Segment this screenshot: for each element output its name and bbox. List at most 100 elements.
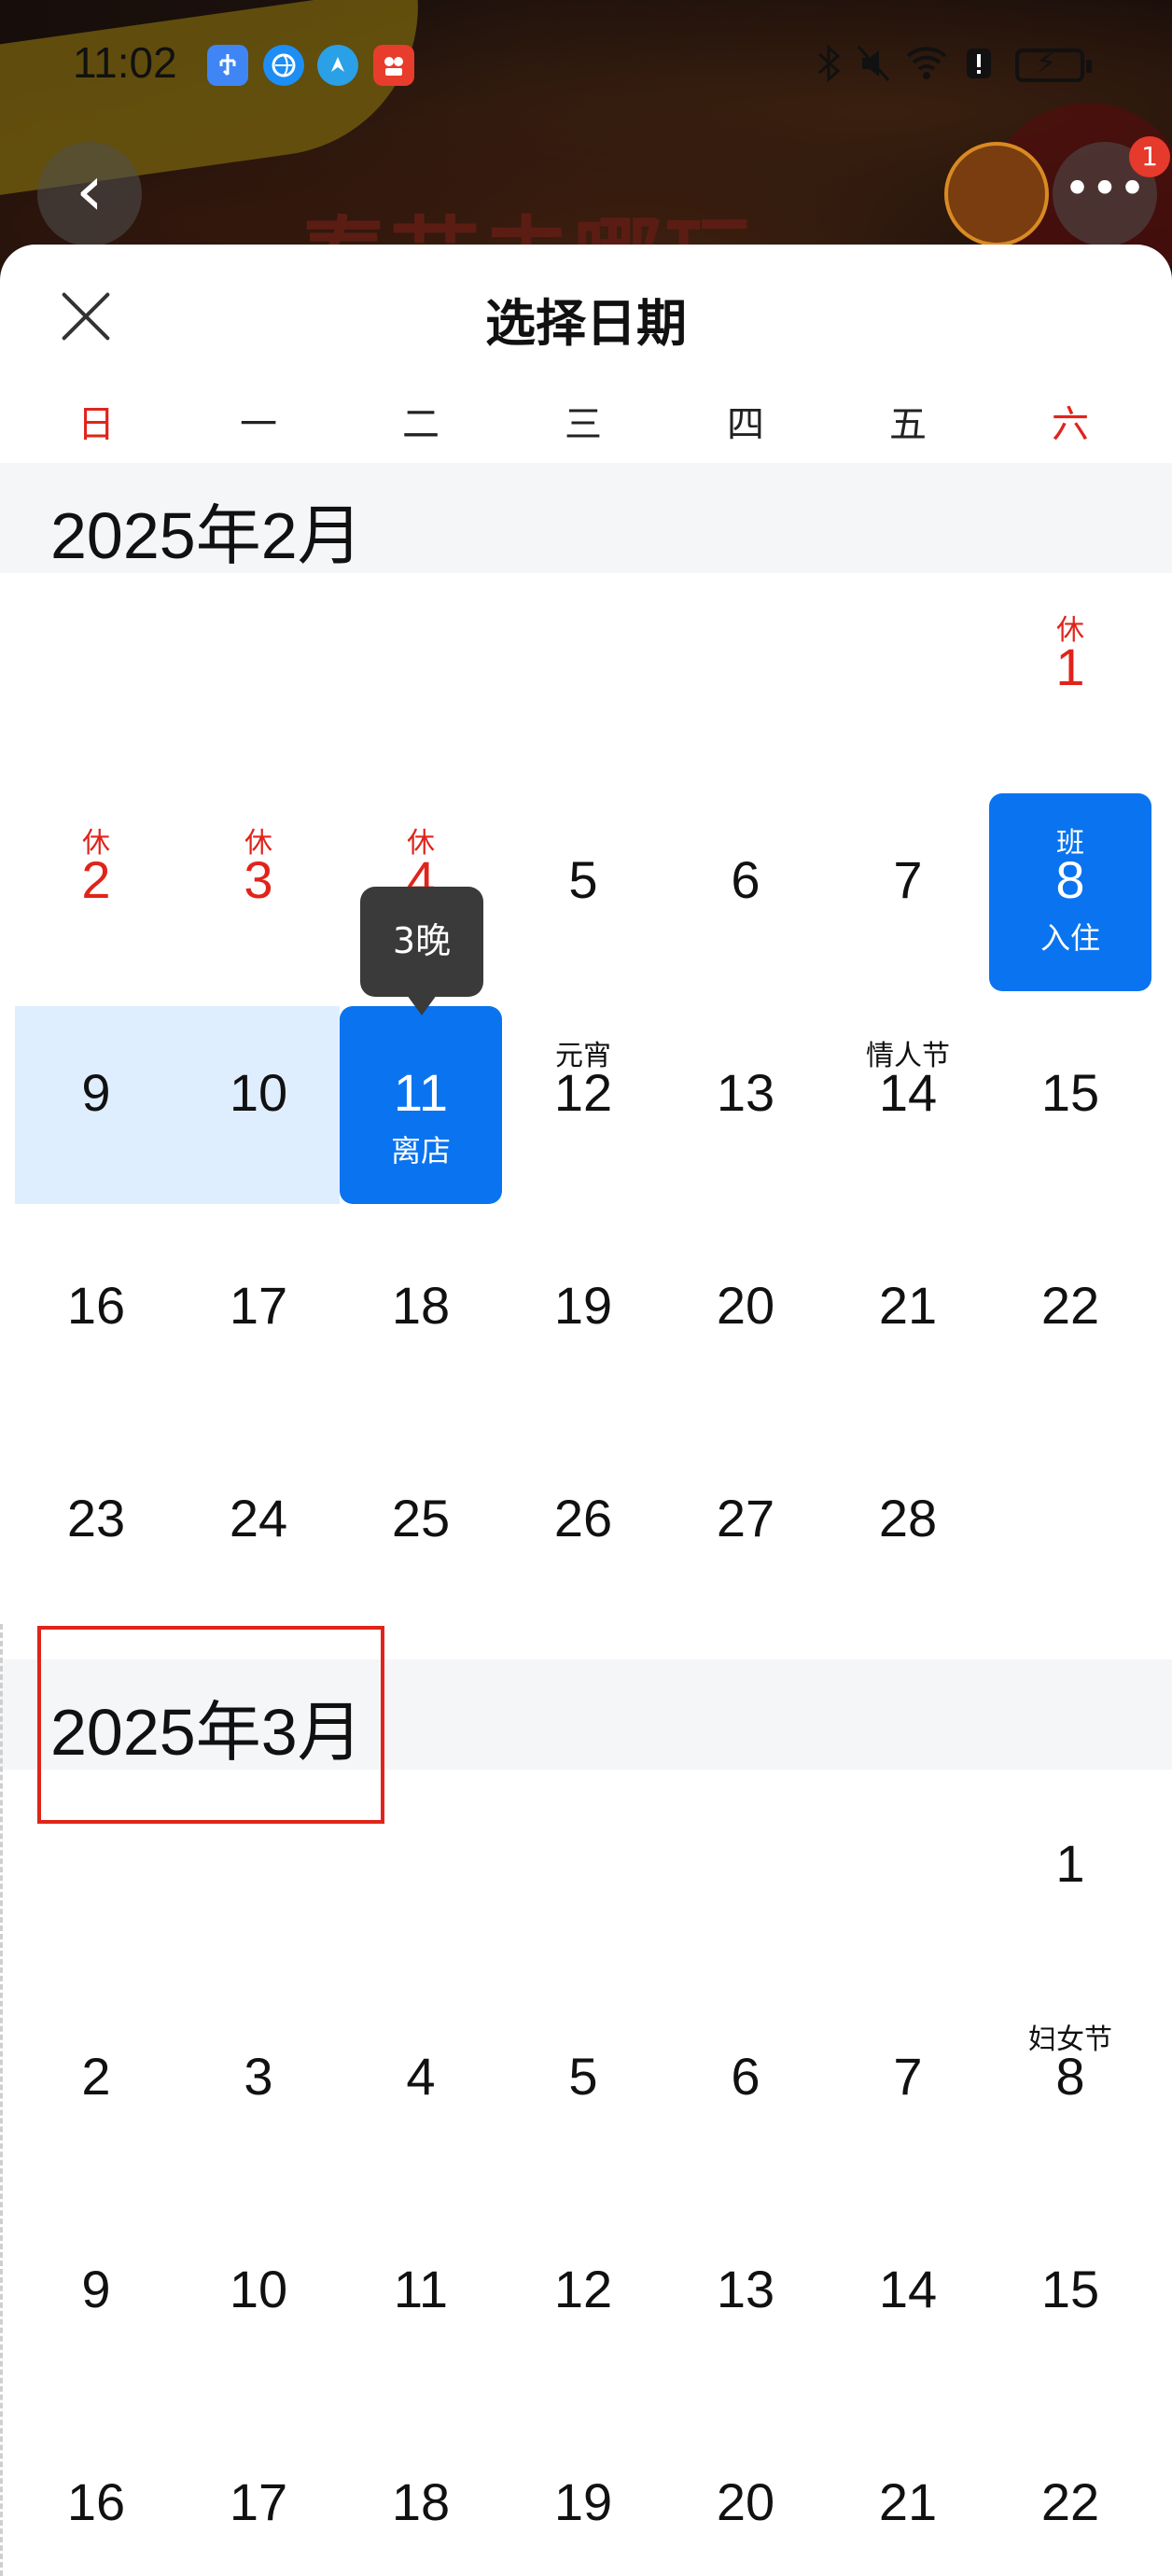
calendar-day[interactable]: 妇女节 8 [989, 1990, 1151, 2188]
avatar[interactable] [944, 142, 1049, 246]
month-title: 2025年2月 [50, 499, 363, 572]
day-number: 11 [393, 2260, 449, 2318]
day-number: 15 [1040, 2260, 1100, 2318]
calendar-day[interactable]: 情人节 14 [827, 1006, 989, 1204]
notification-badge: 1 [1129, 136, 1170, 177]
usb-icon [207, 45, 248, 86]
calendar-day[interactable]: 12 [502, 2203, 664, 2401]
day-number: 12 [553, 2260, 613, 2318]
day-number: 8 [1055, 850, 1085, 909]
back-button[interactable]: ‹ [37, 142, 142, 246]
calendar-day[interactable]: 7 [827, 1990, 989, 2188]
calendar-day[interactable]: 7 [827, 793, 989, 991]
calendar-day[interactable]: 22 [989, 1219, 1151, 1417]
browser-icon [263, 45, 304, 86]
calendar-day[interactable]: 5 [502, 1990, 664, 2188]
scroll-edge-guide [0, 1624, 3, 2576]
calendar-day[interactable]: 9 [15, 1006, 177, 1204]
day-number: 25 [391, 1489, 451, 1547]
calendar-day[interactable]: 19 [502, 1219, 664, 1417]
day-number: 19 [553, 2472, 613, 2531]
status-bar: 11:02 ⚡ [0, 0, 1172, 131]
calendar-day[interactable]: 休1 [989, 581, 1151, 778]
day-number: 19 [553, 1276, 613, 1335]
calendar-day[interactable]: 休3 [177, 793, 340, 991]
calendar-day[interactable]: 18 [340, 2415, 502, 2576]
day-number: 13 [716, 2260, 775, 2318]
page-title: 选择日期 [485, 294, 687, 353]
weekday-header: 日一二三四五六 [0, 394, 1172, 469]
battery-charging-icon: ⚡ [1015, 45, 1092, 82]
calendar-day[interactable]: 17 [177, 1219, 340, 1417]
calendar-day[interactable]: 11 [340, 2203, 502, 2401]
weekday-label: 一 [240, 403, 277, 446]
day-number: 18 [391, 1276, 451, 1335]
status-time: 11:02 [73, 38, 177, 87]
calendar-day[interactable]: 6 [664, 793, 827, 991]
day-caption: 入住 [1039, 920, 1100, 956]
calendar-day[interactable]: 13 [664, 2203, 827, 2401]
day-number: 12 [553, 1063, 613, 1122]
calendar-day[interactable]: 16 [15, 2415, 177, 2576]
calendar-day[interactable]: 3 [177, 1990, 340, 2188]
calendar-day[interactable]: 22 [989, 2415, 1151, 2576]
calendar-day[interactable]: 24 [177, 1432, 340, 1630]
day-number: 1 [1055, 1834, 1085, 1893]
weekday-label: 三 [565, 403, 602, 446]
day-number: 5 [568, 850, 598, 909]
calendar-day[interactable]: 21 [827, 1219, 989, 1417]
calendar-day[interactable]: 2 [15, 1990, 177, 2188]
day-number: 14 [878, 2260, 938, 2318]
day-number: 24 [229, 1489, 288, 1547]
calendar-day[interactable]: 10 [177, 1006, 340, 1204]
calendar-day[interactable]: 26 [502, 1432, 664, 1630]
calendar-day[interactable]: 27 [664, 1432, 827, 1630]
calendar-day[interactable]: 10 [177, 2203, 340, 2401]
day-number: 26 [553, 1489, 613, 1547]
calendar-day-selected[interactable]: 班 8 入住 [989, 793, 1151, 991]
calendar-day[interactable]: 元宵 12 [502, 1006, 664, 1204]
kuaishou-icon [373, 45, 414, 86]
day-number: 2 [81, 2047, 111, 2106]
weekday-label: 六 [1052, 403, 1089, 446]
calendar-day[interactable]: 1 [989, 1777, 1151, 1975]
day-number: 28 [878, 1489, 938, 1547]
calendar-day[interactable]: 28 [827, 1432, 989, 1630]
day-number: 22 [1040, 1276, 1100, 1335]
calendar-day[interactable]: 休2 [15, 793, 177, 991]
weekday-label: 二 [402, 403, 440, 446]
calendar-day[interactable]: 17 [177, 2415, 340, 2576]
calendar-day[interactable]: 9 [15, 2203, 177, 2401]
weekday-label: 五 [889, 403, 927, 446]
day-number: 4 [406, 2047, 436, 2106]
calendar-day[interactable]: 23 [15, 1432, 177, 1630]
wifi-icon [905, 43, 948, 93]
calendar-day[interactable]: 15 [989, 2203, 1151, 2401]
day-number: 2 [81, 850, 111, 909]
day-number: 10 [229, 1063, 288, 1122]
day-number: 6 [731, 850, 760, 909]
calendar-day[interactable]: 18 [340, 1219, 502, 1417]
calendar-day[interactable]: 13 [664, 1006, 827, 1204]
day-number: 18 [391, 2472, 451, 2531]
calendar-day[interactable]: 15 [989, 1006, 1151, 1204]
day-number: 8 [1055, 2047, 1085, 2106]
day-number: 7 [893, 2047, 923, 2106]
day-number: 10 [229, 2260, 288, 2318]
calendar-day-selected[interactable]: 11 离店 [340, 1006, 502, 1204]
calendar-day[interactable]: 20 [664, 1219, 827, 1417]
day-number: 7 [893, 850, 923, 909]
calendar-day[interactable]: 20 [664, 2415, 827, 2576]
alert-icon [965, 43, 993, 93]
calendar-day[interactable]: 16 [15, 1219, 177, 1417]
month-header: 2025年2月 [0, 463, 1172, 573]
calendar-day[interactable]: 14 [827, 2203, 989, 2401]
day-number: 9 [81, 1063, 111, 1122]
calendar-day[interactable]: 25 [340, 1432, 502, 1630]
calendar-day[interactable]: 5 [502, 793, 664, 991]
calendar-day[interactable]: 6 [664, 1990, 827, 2188]
sheet-header: 选择日期 [0, 245, 1172, 385]
calendar-day[interactable]: 19 [502, 2415, 664, 2576]
calendar-day[interactable]: 21 [827, 2415, 989, 2576]
calendar-day[interactable]: 4 [340, 1990, 502, 2188]
